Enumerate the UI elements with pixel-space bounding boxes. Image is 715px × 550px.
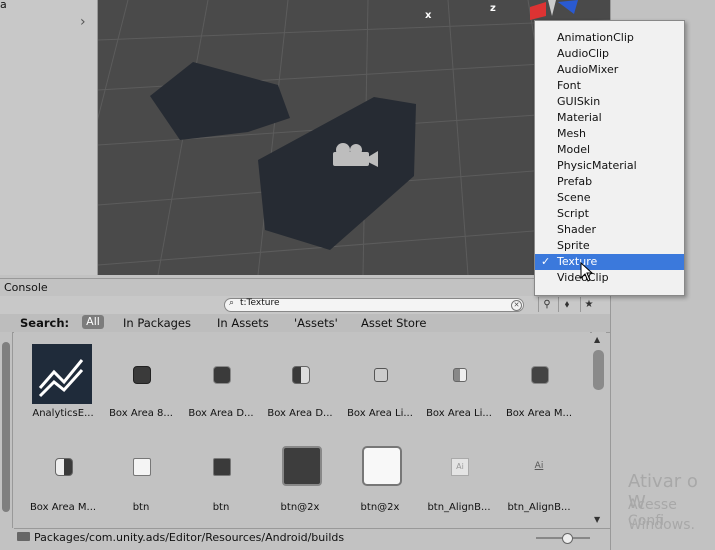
asset-name: Box Area 8... bbox=[109, 408, 173, 419]
scroll-down-arrow-icon[interactable]: ▼ bbox=[594, 515, 600, 524]
analytics-chart-icon bbox=[32, 344, 92, 404]
mouse-cursor-icon bbox=[580, 262, 594, 282]
dropdown-item-font[interactable]: Font bbox=[535, 78, 684, 94]
asset-name: Box Area D... bbox=[267, 408, 333, 419]
align-bottom-icon: Ai bbox=[451, 458, 469, 476]
dropdown-item-label: GUISkin bbox=[557, 95, 601, 108]
texture-thumbnail bbox=[282, 446, 322, 486]
dropdown-item-videoclip[interactable]: VideoClip bbox=[535, 270, 684, 286]
dropdown-item-script[interactable]: Script bbox=[535, 206, 684, 222]
dropdown-item-prefab[interactable]: Prefab bbox=[535, 174, 684, 190]
search-value[interactable]: t:Texture bbox=[240, 298, 280, 308]
texture-thumbnail bbox=[133, 458, 151, 476]
asset-name: btn@2x bbox=[360, 502, 400, 513]
asset-name: AnalyticsE... bbox=[32, 408, 94, 419]
asset-name: Box Area Li... bbox=[426, 408, 492, 419]
scope-in-packages-button[interactable]: In Packages bbox=[123, 316, 191, 330]
clear-search-icon[interactable]: ✕ bbox=[511, 300, 522, 311]
dropdown-item-label: Font bbox=[557, 79, 581, 92]
dropdown-item-label: Material bbox=[557, 111, 602, 124]
folder-icon bbox=[17, 532, 30, 541]
dropdown-item-mesh[interactable]: Mesh bbox=[535, 126, 684, 142]
dropdown-item-label: Script bbox=[557, 207, 589, 220]
dropdown-item-guiskin[interactable]: GUISkin bbox=[535, 94, 684, 110]
dropdown-item-sprite[interactable]: Sprite bbox=[535, 238, 684, 254]
hierarchy-item-label[interactable]: a bbox=[0, 0, 7, 11]
selected-path: Packages/com.unity.ads/Editor/Resources/… bbox=[34, 531, 345, 544]
folder-tree-scroll-thumb[interactable] bbox=[2, 342, 10, 512]
scope-all-button[interactable]: All bbox=[82, 315, 104, 329]
console-tab-bar bbox=[0, 278, 610, 297]
dropdown-item-label: Scene bbox=[557, 191, 591, 204]
hierarchy-panel bbox=[0, 0, 98, 275]
dropdown-item-shader[interactable]: Shader bbox=[535, 222, 684, 238]
scope-in-assets-button[interactable]: In Assets bbox=[217, 316, 269, 330]
dropdown-item-label: Shader bbox=[557, 223, 596, 236]
texture-thumbnail bbox=[374, 368, 388, 382]
align-bottom-icon: Ai bbox=[534, 461, 544, 471]
search-icon: ⌕ bbox=[229, 298, 235, 308]
scope-assets-folder-button[interactable]: 'Assets' bbox=[294, 316, 338, 330]
texture-thumbnail bbox=[362, 446, 402, 486]
texture-thumbnail bbox=[55, 458, 73, 476]
scroll-up-arrow-icon[interactable]: ▲ bbox=[594, 335, 600, 344]
asset-grid-scroll-thumb[interactable] bbox=[593, 350, 604, 390]
dropdown-item-scene[interactable]: Scene bbox=[535, 190, 684, 206]
chevron-right-icon[interactable]: › bbox=[80, 14, 86, 30]
scene-object-1 bbox=[150, 62, 290, 140]
dropdown-item-label: AnimationClip bbox=[557, 31, 634, 44]
texture-thumbnail bbox=[292, 366, 310, 384]
texture-thumbnail bbox=[213, 366, 231, 384]
dropdown-item-label: Prefab bbox=[557, 175, 593, 188]
favorite-star-icon[interactable]: ★ bbox=[580, 297, 597, 312]
asset-name: btn bbox=[212, 502, 230, 513]
dropdown-item-label: AudioClip bbox=[557, 47, 610, 60]
texture-thumbnail bbox=[213, 458, 231, 476]
dropdown-item-label: AudioMixer bbox=[557, 63, 619, 76]
dropdown-item-texture[interactable]: ✓ Texture bbox=[535, 254, 684, 270]
asset-name: btn_AlignB... bbox=[427, 502, 491, 513]
asset-name: btn_AlignB... bbox=[507, 502, 571, 513]
activation-watermark-line: Windows. bbox=[628, 517, 695, 533]
dropdown-item-physicmaterial[interactable]: PhysicMaterial bbox=[535, 158, 684, 174]
dropdown-item-animationclip[interactable]: AnimationClip bbox=[535, 30, 684, 46]
dropdown-item-audiomixer[interactable]: AudioMixer bbox=[535, 62, 684, 78]
scope-label: Search: bbox=[20, 316, 70, 330]
asset-grid: AnalyticsE... Box Area 8... Box Area D..… bbox=[14, 332, 590, 528]
dropdown-item-label: Mesh bbox=[557, 127, 586, 140]
asset-name: btn@2x bbox=[280, 502, 320, 513]
dropdown-item-label: PhysicMaterial bbox=[557, 159, 637, 172]
dropdown-item-label: Sprite bbox=[557, 239, 590, 252]
dropdown-item-model[interactable]: Model bbox=[535, 142, 684, 158]
thumbnail-size-slider-handle[interactable] bbox=[562, 533, 573, 544]
type-filter-dropdown: AnimationClip AudioClip AudioMixer Font GUIS… bbox=[534, 20, 685, 296]
texture-thumbnail bbox=[453, 368, 467, 382]
checkmark-icon: ✓ bbox=[541, 255, 551, 268]
asset-name: Box Area Li... bbox=[347, 408, 413, 419]
dropdown-item-material[interactable]: Material bbox=[535, 110, 684, 126]
dropdown-item-label: Model bbox=[557, 143, 591, 156]
asset-name: Box Area M... bbox=[505, 408, 573, 419]
filter-by-label-icon[interactable]: ⬧ bbox=[558, 297, 575, 312]
tab-console[interactable]: Console bbox=[4, 281, 48, 294]
gizmo-axis-x[interactable]: x bbox=[425, 10, 431, 21]
texture-thumbnail bbox=[531, 366, 549, 384]
asset-name: Box Area D... bbox=[188, 408, 254, 419]
filter-by-type-icon[interactable]: ⚲ bbox=[538, 297, 555, 312]
scope-asset-store-button[interactable]: Asset Store bbox=[361, 316, 427, 330]
asset-name: btn bbox=[132, 502, 150, 513]
dropdown-item-audioclip[interactable]: AudioClip bbox=[535, 46, 684, 62]
texture-thumbnail bbox=[133, 366, 151, 384]
gizmo-axis-z[interactable]: z bbox=[490, 3, 496, 14]
scene-gizmo-icon bbox=[530, 0, 578, 20]
asset-name: Box Area M... bbox=[29, 502, 97, 513]
